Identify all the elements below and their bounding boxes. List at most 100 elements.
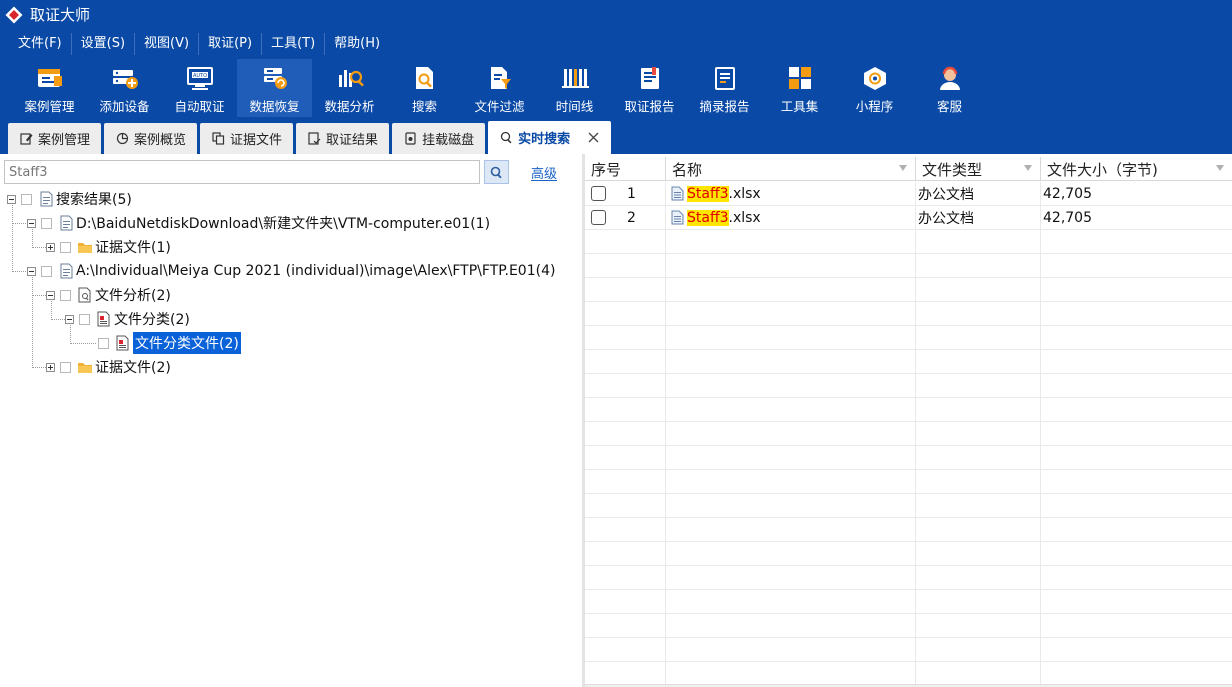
tree-checkbox[interactable] (60, 241, 71, 253)
empty-cell (666, 638, 916, 661)
empty-row (585, 254, 1232, 278)
empty-cell (916, 470, 1041, 493)
table-row[interactable]: 2 Staff3 .xlsx 办公文档 42,705 (585, 206, 1232, 230)
menu-tools[interactable]: 工具(T) (262, 33, 326, 55)
auto-forensics-button[interactable]: AUTO 自动取证 (162, 59, 237, 117)
column-header-size[interactable]: 文件大小（字节) (1041, 157, 1232, 181)
empty-row (585, 662, 1232, 686)
empty-cell (1041, 566, 1232, 589)
timeline-button[interactable]: 时间线 (537, 59, 612, 117)
case-management-button[interactable]: 案例管理 (12, 59, 87, 117)
forensic-report-button[interactable]: 取证报告 (612, 59, 687, 117)
tab-mount-disk[interactable]: 挂载磁盘 (392, 123, 486, 154)
mini-program-button[interactable]: 小程序 (837, 59, 912, 117)
menu-file[interactable]: 文件(F) (9, 33, 72, 55)
search-button[interactable]: 搜索 (387, 59, 462, 117)
toolset-button[interactable]: 工具集 (762, 59, 837, 117)
customer-service-button[interactable]: 客服 (912, 59, 987, 117)
empty-row (585, 398, 1232, 422)
menu-forensics[interactable]: 取证(P) (199, 33, 263, 55)
tree-node-evidence-files[interactable]: 证据文件(2) (46, 356, 171, 378)
collapse-toggle[interactable] (65, 314, 74, 324)
empty-cell (666, 254, 916, 277)
tree-node-file-analysis[interactable]: 文件分析(2) (46, 284, 171, 306)
empty-cell (916, 614, 1041, 637)
advanced-search-link[interactable]: 高级 (531, 163, 557, 182)
empty-cell (916, 518, 1041, 541)
data-analysis-button[interactable]: 数据分析 (312, 59, 387, 117)
empty-cell (585, 326, 666, 349)
collapse-toggle[interactable] (27, 266, 36, 276)
customer-service-label: 客服 (936, 99, 962, 114)
tree-node-file-category[interactable]: 文件分类(2) (65, 308, 190, 330)
file-filter-icon (485, 64, 515, 92)
mini-program-label: 小程序 (855, 99, 894, 114)
excerpt-report-button[interactable]: 摘录报告 (687, 59, 762, 117)
search-label: 搜索 (411, 99, 437, 114)
search-submit-button[interactable] (484, 160, 509, 184)
tree-node-label: 文件分类文件(2) (133, 332, 241, 354)
main-toolbar: 案例管理 添加设备 AUTO 自动取证 数据恢复 数据分析 搜索 文件过滤 时间… (0, 59, 1232, 119)
tree-node-search-results[interactable]: 搜索结果(5) (7, 188, 132, 210)
title-bar: 取证大师 (0, 0, 1232, 29)
empty-row (585, 350, 1232, 374)
empty-cell (666, 542, 916, 565)
file-filter-button[interactable]: 文件过滤 (462, 59, 537, 117)
tree-checkbox[interactable] (41, 265, 52, 277)
expand-toggle[interactable] (46, 362, 55, 372)
copy-icon (211, 132, 225, 146)
empty-cell (585, 374, 666, 397)
row-checkbox[interactable] (591, 210, 606, 225)
collapse-toggle[interactable] (46, 290, 55, 300)
pie-chart-icon (115, 132, 129, 146)
tree-checkbox[interactable] (21, 193, 32, 205)
collapse-toggle[interactable] (27, 218, 36, 228)
tab-realtime-search[interactable]: 实时搜索 (488, 121, 612, 154)
result-icon (307, 132, 321, 146)
tree-node-category-files[interactable]: 文件分类文件(2) (98, 332, 241, 354)
empty-cell (916, 494, 1041, 517)
tree-checkbox[interactable] (60, 361, 71, 373)
column-header-type[interactable]: 文件类型 (916, 157, 1041, 181)
menu-view[interactable]: 视图(V) (135, 33, 200, 55)
tab-case-management[interactable]: 案例管理 (8, 123, 102, 154)
tree-checkbox[interactable] (98, 337, 109, 349)
tree-node-evidence-files[interactable]: 证据文件(1) (46, 236, 171, 258)
table-row[interactable]: 1 Staff3 .xlsx 办公文档 42,705 (585, 182, 1232, 206)
filter-icon[interactable] (899, 165, 907, 171)
case-management-label: 案例管理 (24, 99, 75, 114)
tab-forensic-results[interactable]: 取证结果 (296, 123, 390, 154)
empty-row (585, 518, 1232, 542)
column-header-name[interactable]: 名称 (666, 157, 916, 181)
empty-cell (916, 590, 1041, 613)
tab-label: 实时搜索 (518, 132, 571, 147)
tree-node-evidence-image[interactable]: A:\Individual\Meiya Cup 2021 (individual… (27, 260, 555, 282)
search-input[interactable] (4, 160, 480, 184)
tree-checkbox[interactable] (41, 217, 52, 229)
empty-row (585, 302, 1232, 326)
data-recovery-button[interactable]: 数据恢复 (237, 59, 312, 117)
filter-icon[interactable] (1024, 165, 1032, 171)
tree-node-evidence-image[interactable]: D:\BaiduNetdiskDownload\新建文件夹\VTM-comput… (27, 212, 490, 234)
tab-evidence-files[interactable]: 证据文件 (200, 123, 294, 154)
empty-row (585, 446, 1232, 470)
document-icon (58, 263, 74, 280)
column-header-index[interactable]: 序号 (585, 157, 666, 181)
auto-forensics-label: 自动取证 (174, 99, 225, 114)
tree-node-label: 文件分类(2) (114, 312, 190, 328)
filter-icon[interactable] (1216, 165, 1224, 171)
empty-cell (666, 278, 916, 301)
menu-help[interactable]: 帮助(H) (325, 33, 389, 55)
empty-cell (585, 614, 666, 637)
empty-cell (916, 374, 1041, 397)
tree-checkbox[interactable] (60, 289, 71, 301)
menu-settings[interactable]: 设置(S) (72, 33, 136, 55)
tab-case-overview[interactable]: 案例概览 (104, 123, 198, 154)
close-icon[interactable] (586, 131, 600, 145)
expand-toggle[interactable] (46, 242, 55, 252)
tree-checkbox[interactable] (79, 313, 90, 325)
empty-cell (666, 590, 916, 613)
add-device-button[interactable]: 添加设备 (87, 59, 162, 117)
row-checkbox[interactable] (591, 186, 606, 201)
collapse-toggle[interactable] (7, 194, 16, 204)
